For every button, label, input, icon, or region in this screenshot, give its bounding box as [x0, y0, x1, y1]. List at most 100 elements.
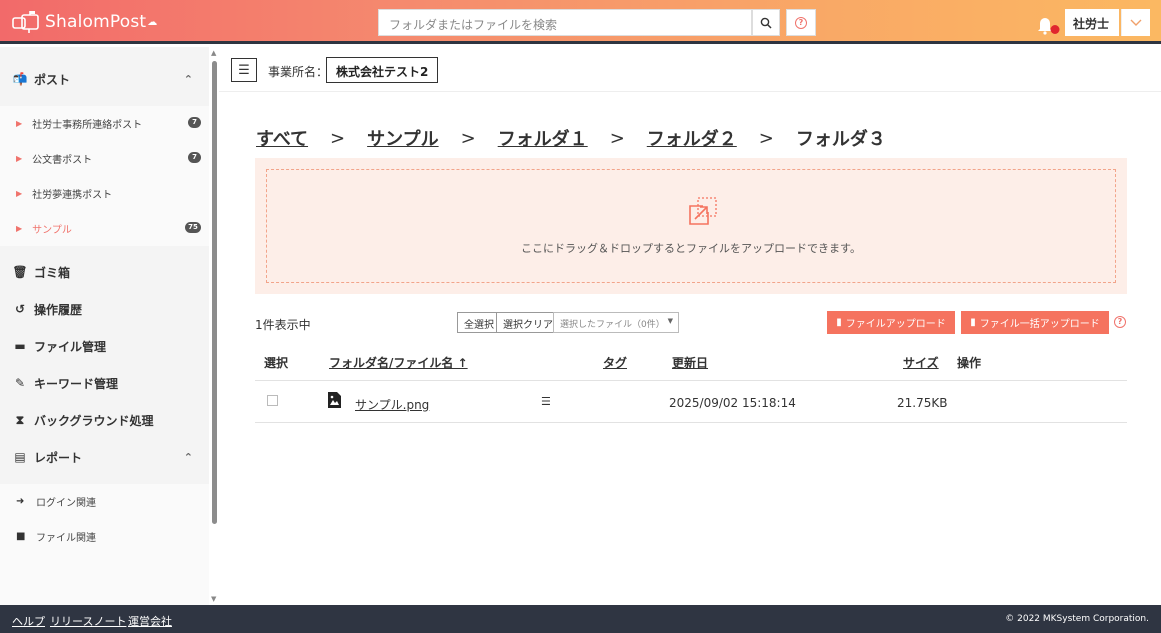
breadcrumb-all[interactable]: すべて	[256, 125, 308, 151]
hamburger-icon: ☰	[238, 62, 250, 78]
sidebar-item-label: ゴミ箱	[34, 265, 71, 280]
trash-icon: 🗑	[12, 265, 28, 279]
help-icon: ?	[1114, 316, 1126, 328]
sidebar-item-keyword[interactable]: ✎ キーワード管理	[0, 365, 209, 401]
sidebar-section-post[interactable]: 📬 ポスト ⌃	[0, 61, 209, 97]
sidebar-item-label: ログイン関連	[36, 498, 96, 509]
scroll-up-icon[interactable]: ▲	[211, 49, 216, 57]
sidebar-item-label: サンプル	[32, 225, 72, 236]
sidebar-section-report[interactable]: ▤ レポート ⌃	[0, 439, 209, 475]
chevron-up-icon: ⌃	[183, 72, 193, 86]
drop-zone-text: ここにドラッグ＆ドロップするとファイルをアップロードできます。	[521, 242, 861, 255]
triangle-right-icon: ▶	[16, 119, 23, 128]
sidebar-item-post-2[interactable]: ▶ 公文書ポスト 7	[0, 141, 209, 176]
logo[interactable]: ShalomPost ☁	[12, 9, 157, 35]
logo-text: ShalomPost	[45, 12, 147, 32]
select-all-button[interactable]: 全選択	[457, 312, 501, 333]
result-count: 1件表示中	[255, 318, 311, 332]
sidebar-item-label: 社労夢連携ポスト	[32, 190, 113, 201]
breadcrumb: すべて > サンプル > フォルダ１ > フォルダ２ > フォルダ３	[256, 125, 886, 151]
triangle-right-icon: ▶	[16, 154, 23, 163]
breadcrumb-sample[interactable]: サンプル	[367, 125, 438, 151]
sidebar-item-background[interactable]: ⧗ バックグラウンド処理	[0, 402, 209, 438]
upload-drop-zone[interactable]: ここにドラッグ＆ドロップするとファイルをアップロードできます。	[255, 158, 1127, 294]
sidebar-item-history[interactable]: ↺ 操作履歴	[0, 291, 209, 327]
file-upload-button[interactable]: ▮ ファイルアップロード	[827, 311, 955, 334]
sidebar-section-label: ポスト	[34, 72, 71, 87]
caret-down-icon: ▼	[667, 317, 673, 325]
bell-icon[interactable]	[1036, 14, 1060, 36]
column-action: 操作	[957, 356, 982, 370]
triangle-right-icon: ▶	[16, 224, 23, 233]
breadcrumb-separator: >	[758, 127, 774, 149]
file-icon: ▮	[836, 317, 842, 328]
user-menu[interactable]: 社労士	[1065, 9, 1119, 36]
sidebar-item-label: 公文書ポスト	[32, 155, 93, 166]
breadcrumb-folder2[interactable]: フォルダ２	[647, 125, 737, 151]
drawer-icon: ▬	[14, 339, 26, 353]
column-tag[interactable]: タグ	[603, 354, 627, 371]
sidebar-item-file-report[interactable]: ■ ファイル関連	[0, 519, 209, 554]
upload-help-button[interactable]: ?	[1114, 316, 1126, 328]
scroll-down-icon[interactable]: ▼	[211, 595, 216, 603]
breadcrumb-folder1[interactable]: フォルダ１	[498, 125, 588, 151]
history-icon: ↺	[14, 302, 26, 316]
scroll-thumb[interactable]	[212, 61, 217, 524]
sidebar-scrollbar[interactable]: ▲ ▼	[209, 47, 219, 605]
chevron-down-icon	[1130, 19, 1142, 26]
office-label: 事業所名：	[268, 65, 329, 79]
clear-selection-button[interactable]: 選択クリア	[496, 312, 560, 333]
report-icon: ▤	[14, 450, 26, 464]
tag-list-icon[interactable]: ☰	[541, 395, 551, 408]
sidebar: 📬 ポスト ⌃ ▶ 社労士事務所連絡ポスト 7 ▶ 公文書ポスト 7 ▶ 社労夢…	[0, 47, 209, 608]
sidebar-item-trash[interactable]: 🗑 ゴミ箱	[0, 254, 209, 290]
triangle-right-icon: ▶	[16, 189, 23, 198]
file-icon: ■	[16, 531, 26, 542]
sidebar-item-post-1[interactable]: ▶ 社労士事務所連絡ポスト 7	[0, 106, 209, 141]
sidebar-item-sample[interactable]: ▶ サンプル 75	[0, 211, 209, 246]
footer: ヘルプ リリースノート 運営会社 © 2022 MKSystem Corpora…	[0, 605, 1161, 633]
selected-files-dropdown[interactable]: 選択したファイル（0件） ▼	[553, 312, 679, 333]
breadcrumb-separator: >	[460, 127, 476, 149]
sidebar-item-post-3[interactable]: ▶ 社労夢連携ポスト	[0, 176, 209, 211]
login-icon: ➜	[16, 496, 25, 507]
upload-icon	[689, 197, 717, 225]
bulk-upload-button[interactable]: ▮ ファイル一括アップロード	[961, 311, 1109, 334]
cloud-icon: ☁	[147, 16, 158, 28]
footer-link-release-notes[interactable]: リリースノート	[50, 613, 126, 629]
top-bar: ShalomPost ☁ フォルダまたはファイルを検索 ? 社労士	[0, 0, 1161, 44]
selected-files-label: 選択したファイル（0件）	[560, 320, 665, 330]
chevron-up-icon: ⌃	[183, 450, 193, 464]
menu-toggle-button[interactable]: ☰	[231, 58, 257, 82]
copyright: © 2022 MKSystem Corporation.	[1005, 614, 1149, 624]
table-header-divider	[255, 380, 1127, 381]
main-toolbar: ☰ 事業所名： 株式会社テスト2	[219, 47, 1161, 92]
count-badge: 75	[185, 222, 201, 233]
post-list: ▶ 社労士事務所連絡ポスト 7 ▶ 公文書ポスト 7 ▶ 社労夢連携ポスト ▶ …	[0, 106, 209, 246]
column-select: 選択	[264, 356, 289, 370]
sidebar-item-label: ファイル関連	[36, 533, 96, 544]
footer-link-company[interactable]: 運営会社	[128, 613, 172, 629]
search-button[interactable]	[752, 9, 780, 36]
post-icon: 📬	[12, 72, 28, 86]
office-name: 株式会社テスト2	[326, 57, 439, 83]
column-updated[interactable]: 更新日	[672, 354, 708, 371]
search-icon	[760, 17, 772, 29]
breadcrumb-separator: >	[330, 127, 346, 149]
hourglass-icon: ⧗	[15, 412, 25, 427]
search-input[interactable]: フォルダまたはファイルを検索	[378, 9, 752, 36]
sidebar-item-label: キーワード管理	[34, 376, 119, 391]
sidebar-item-file-management[interactable]: ▬ ファイル管理	[0, 328, 209, 364]
tag-icon: ✎	[14, 376, 26, 390]
file-name-link[interactable]: サンプル.png	[355, 396, 429, 413]
sidebar-item-login-report[interactable]: ➜ ログイン関連	[0, 484, 209, 519]
breadcrumb-current: フォルダ３	[795, 129, 886, 150]
drop-zone-border: ここにドラッグ＆ドロップするとファイルをアップロードできます。	[266, 169, 1116, 283]
report-list: ➜ ログイン関連 ■ ファイル関連	[0, 484, 209, 608]
footer-link-help[interactable]: ヘルプ	[12, 613, 45, 629]
user-menu-toggle[interactable]	[1121, 9, 1150, 36]
column-size[interactable]: サイズ	[903, 354, 939, 371]
help-button[interactable]: ?	[786, 9, 816, 36]
row-checkbox[interactable]	[267, 395, 278, 406]
column-name[interactable]: フォルダ名/ファイル名 ↑	[329, 354, 468, 371]
